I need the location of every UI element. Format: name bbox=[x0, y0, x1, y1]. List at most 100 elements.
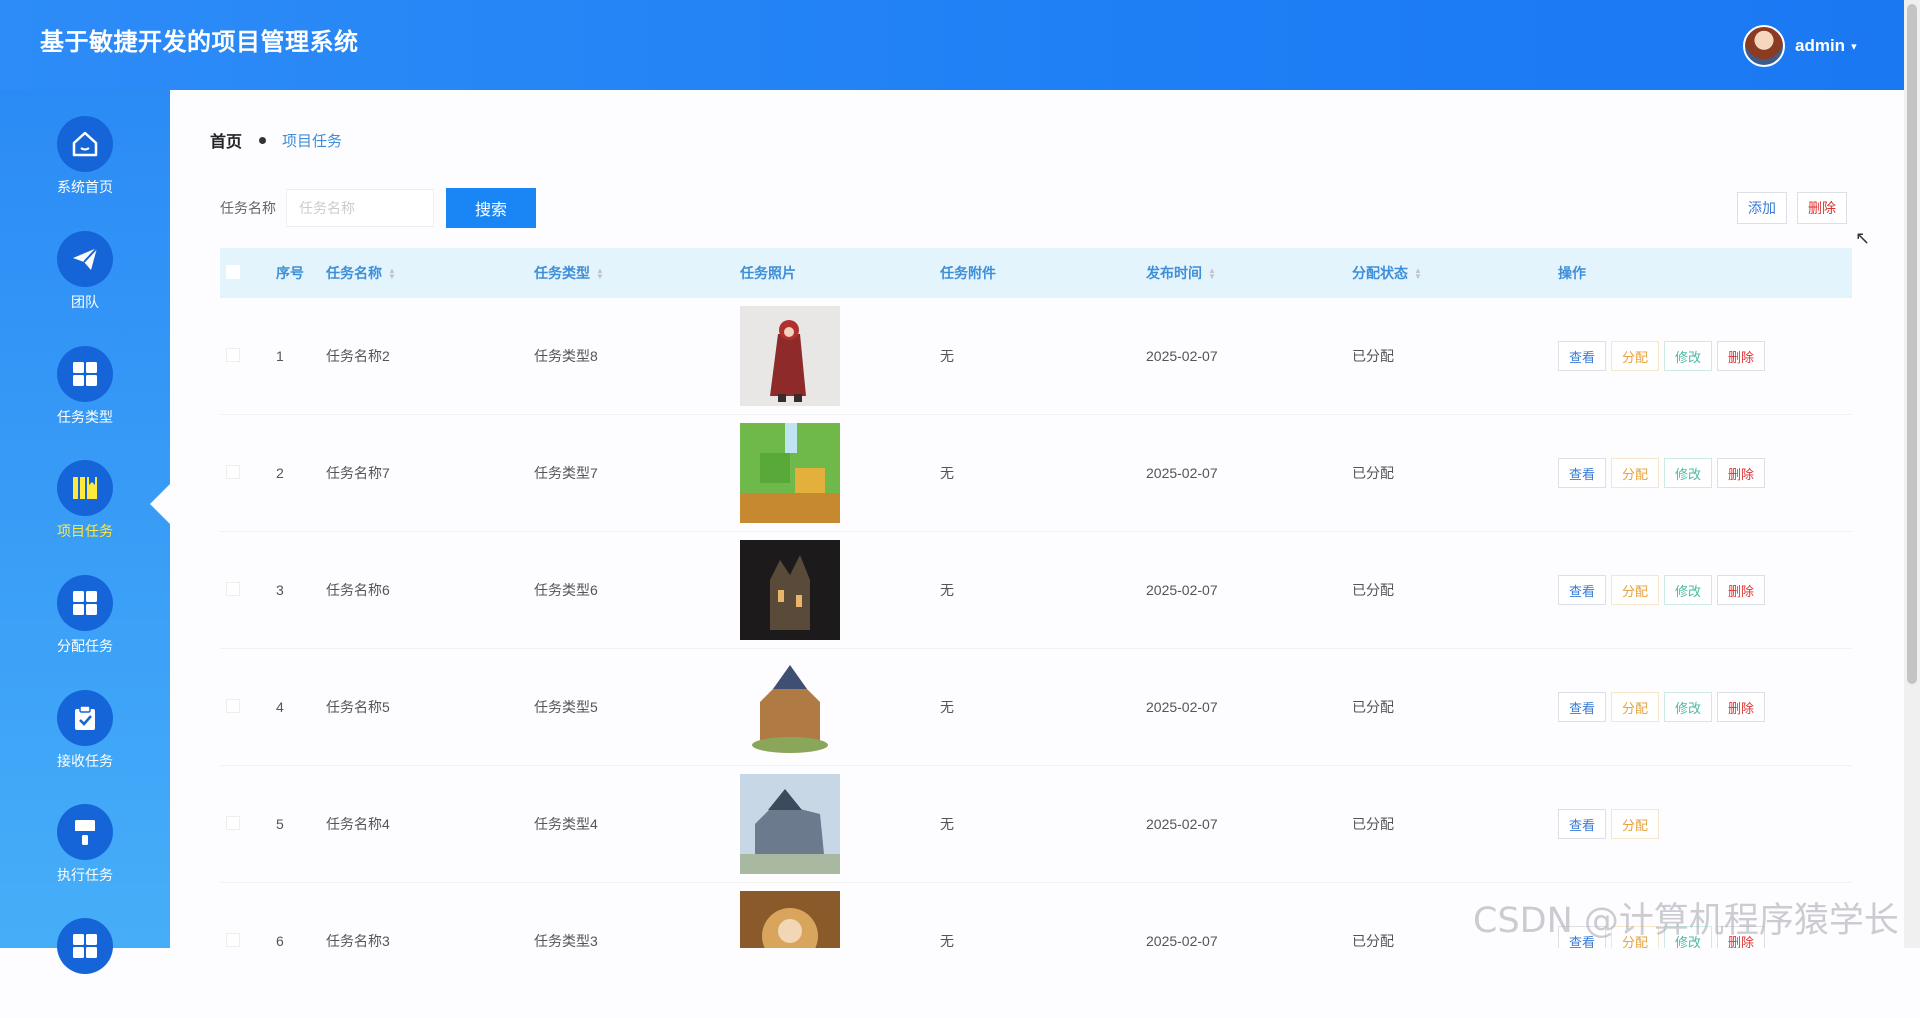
view-button[interactable]: 查看 bbox=[1558, 692, 1607, 722]
task-photo-thumbnail[interactable] bbox=[740, 774, 840, 874]
col-type-label: 任务类型 bbox=[534, 265, 590, 281]
cell-index: 5 bbox=[276, 765, 326, 883]
row-checkbox[interactable] bbox=[226, 464, 240, 479]
cell-publish-time: 2025-02-07 bbox=[1146, 882, 1352, 948]
edit-button[interactable]: 修改 bbox=[1664, 692, 1713, 722]
assign-button[interactable]: 分配 bbox=[1611, 809, 1660, 839]
sidebar-item-task-type[interactable]: 任务类型 bbox=[0, 346, 170, 446]
active-indicator bbox=[150, 484, 170, 524]
sidebar-item-team[interactable]: 团队 bbox=[0, 231, 170, 331]
cell-attachment: 无 bbox=[940, 765, 1146, 883]
cell-type: 任务类型6 bbox=[534, 531, 740, 649]
delete-button[interactable]: 删除 bbox=[1717, 341, 1766, 371]
row-actions: 查看 分配 修改 删除 bbox=[1558, 575, 1852, 605]
row-checkbox[interactable] bbox=[226, 698, 240, 713]
sort-icon[interactable]: ▲ ▼ bbox=[1414, 267, 1422, 281]
cell-status: 已分配 bbox=[1352, 648, 1558, 766]
cell-name: 任务名称3 bbox=[326, 882, 534, 948]
sidebar-item-label: 接收任务 bbox=[57, 753, 113, 769]
cell-publish-time: 2025-02-07 bbox=[1146, 414, 1352, 532]
cell-name: 任务名称6 bbox=[326, 531, 534, 649]
table-row: 4 任务名称5 任务类型5 无 2025-02-07 已分配 查看 分配 修改 … bbox=[220, 648, 1852, 766]
scrollbar-thumb[interactable] bbox=[1907, 4, 1917, 684]
breadcrumb: 首页 项目任务 bbox=[210, 128, 342, 152]
grid-icon bbox=[57, 918, 113, 974]
col-type[interactable]: 任务类型 ▲ ▼ bbox=[534, 248, 740, 298]
delete-button[interactable]: 删除 bbox=[1717, 692, 1766, 722]
cell-index: 4 bbox=[276, 648, 326, 766]
sidebar-item-label: 项目任务 bbox=[57, 523, 113, 539]
avatar[interactable] bbox=[1743, 25, 1785, 67]
select-all-checkbox[interactable] bbox=[226, 264, 240, 279]
view-button[interactable]: 查看 bbox=[1558, 809, 1607, 839]
row-checkbox[interactable] bbox=[226, 815, 240, 830]
search-input[interactable] bbox=[286, 189, 434, 227]
cell-attachment: 无 bbox=[940, 414, 1146, 532]
task-photo-thumbnail[interactable] bbox=[740, 540, 840, 640]
sidebar-item-label: 系统首页 bbox=[57, 179, 113, 195]
assign-button[interactable]: 分配 bbox=[1611, 458, 1660, 488]
row-checkbox[interactable] bbox=[226, 932, 240, 947]
cell-type: 任务类型8 bbox=[534, 298, 740, 415]
col-actions: 操作 bbox=[1558, 265, 1586, 281]
sidebar-item-label: 团队 bbox=[71, 294, 99, 310]
edit-button[interactable]: 修改 bbox=[1664, 341, 1713, 371]
sidebar-item-receive-task[interactable]: 接收任务 bbox=[0, 690, 170, 790]
cell-attachment: 无 bbox=[940, 298, 1146, 415]
table-row: 2 任务名称7 任务类型7 无 2025-02-07 已分配 查看 分配 修改 … bbox=[220, 414, 1852, 532]
col-name-label: 任务名称 bbox=[326, 265, 382, 281]
table-row: 3 任务名称6 任务类型6 无 2025-02-07 已分配 查看 分配 修改 … bbox=[220, 531, 1852, 649]
breadcrumb-separator bbox=[259, 136, 267, 144]
table-row: 5 任务名称4 任务类型4 无 2025-02-07 已分配 查看 分配 bbox=[220, 765, 1852, 883]
breadcrumb-home[interactable]: 首页 bbox=[210, 128, 242, 152]
edit-button[interactable]: 修改 bbox=[1664, 575, 1713, 605]
sidebar-item-home[interactable]: 系统首页 bbox=[0, 116, 170, 216]
assign-button[interactable]: 分配 bbox=[1611, 575, 1660, 605]
task-photo-thumbnail[interactable] bbox=[740, 306, 840, 406]
cell-type: 任务类型4 bbox=[534, 765, 740, 883]
chevron-down-icon[interactable]: ▾ bbox=[1851, 40, 1857, 53]
cell-publish-time: 2025-02-07 bbox=[1146, 765, 1352, 883]
paper-plane-icon bbox=[57, 231, 113, 287]
cell-index: 2 bbox=[276, 414, 326, 532]
cell-status: 已分配 bbox=[1352, 298, 1558, 415]
col-name[interactable]: 任务名称 ▲ ▼ bbox=[326, 248, 534, 298]
row-checkbox[interactable] bbox=[226, 347, 240, 362]
delete-button[interactable]: 删除 bbox=[1717, 575, 1766, 605]
sidebar-item-more[interactable] bbox=[0, 918, 170, 1018]
sort-icon[interactable]: ▲ ▼ bbox=[596, 267, 604, 281]
cell-attachment: 无 bbox=[940, 531, 1146, 649]
delete-button[interactable]: 删除 bbox=[1717, 458, 1766, 488]
cell-attachment: 无 bbox=[940, 882, 1146, 948]
view-button[interactable]: 查看 bbox=[1558, 575, 1607, 605]
grid-icon bbox=[57, 346, 113, 402]
task-photo-thumbnail[interactable] bbox=[740, 657, 840, 757]
batch-delete-button[interactable]: 删除 bbox=[1797, 192, 1847, 224]
col-publish-time-label: 发布时间 bbox=[1146, 265, 1202, 281]
assign-button[interactable]: 分配 bbox=[1611, 341, 1660, 371]
task-photo-thumbnail[interactable] bbox=[740, 891, 840, 948]
row-checkbox[interactable] bbox=[226, 581, 240, 596]
task-photo-thumbnail[interactable] bbox=[740, 423, 840, 523]
view-button[interactable]: 查看 bbox=[1558, 458, 1607, 488]
add-button[interactable]: 添加 bbox=[1737, 192, 1787, 224]
sort-icon[interactable]: ▲ ▼ bbox=[1208, 267, 1216, 281]
username[interactable]: admin bbox=[1795, 36, 1845, 56]
sidebar-item-project-task[interactable]: 项目任务 bbox=[0, 460, 170, 560]
assign-button[interactable]: 分配 bbox=[1611, 692, 1660, 722]
edit-button[interactable]: 修改 bbox=[1664, 458, 1713, 488]
col-status[interactable]: 分配状态 ▲ ▼ bbox=[1352, 248, 1558, 298]
sort-icon[interactable]: ▲ ▼ bbox=[388, 267, 396, 281]
user-menu[interactable]: admin ▾ bbox=[1743, 24, 1857, 68]
cell-name: 任务名称2 bbox=[326, 298, 534, 415]
search-button[interactable]: 搜索 bbox=[446, 188, 536, 228]
cell-publish-time: 2025-02-07 bbox=[1146, 648, 1352, 766]
page-scrollbar[interactable] bbox=[1904, 0, 1920, 948]
sidebar-item-assign-task[interactable]: 分配任务 bbox=[0, 575, 170, 675]
sidebar-item-execute-task[interactable]: 执行任务 bbox=[0, 804, 170, 904]
cell-type: 任务类型5 bbox=[534, 648, 740, 766]
col-publish-time[interactable]: 发布时间 ▲ ▼ bbox=[1146, 248, 1352, 298]
view-button[interactable]: 查看 bbox=[1558, 341, 1607, 371]
sidebar-item-label: 任务类型 bbox=[57, 409, 113, 425]
cell-status: 已分配 bbox=[1352, 414, 1558, 532]
